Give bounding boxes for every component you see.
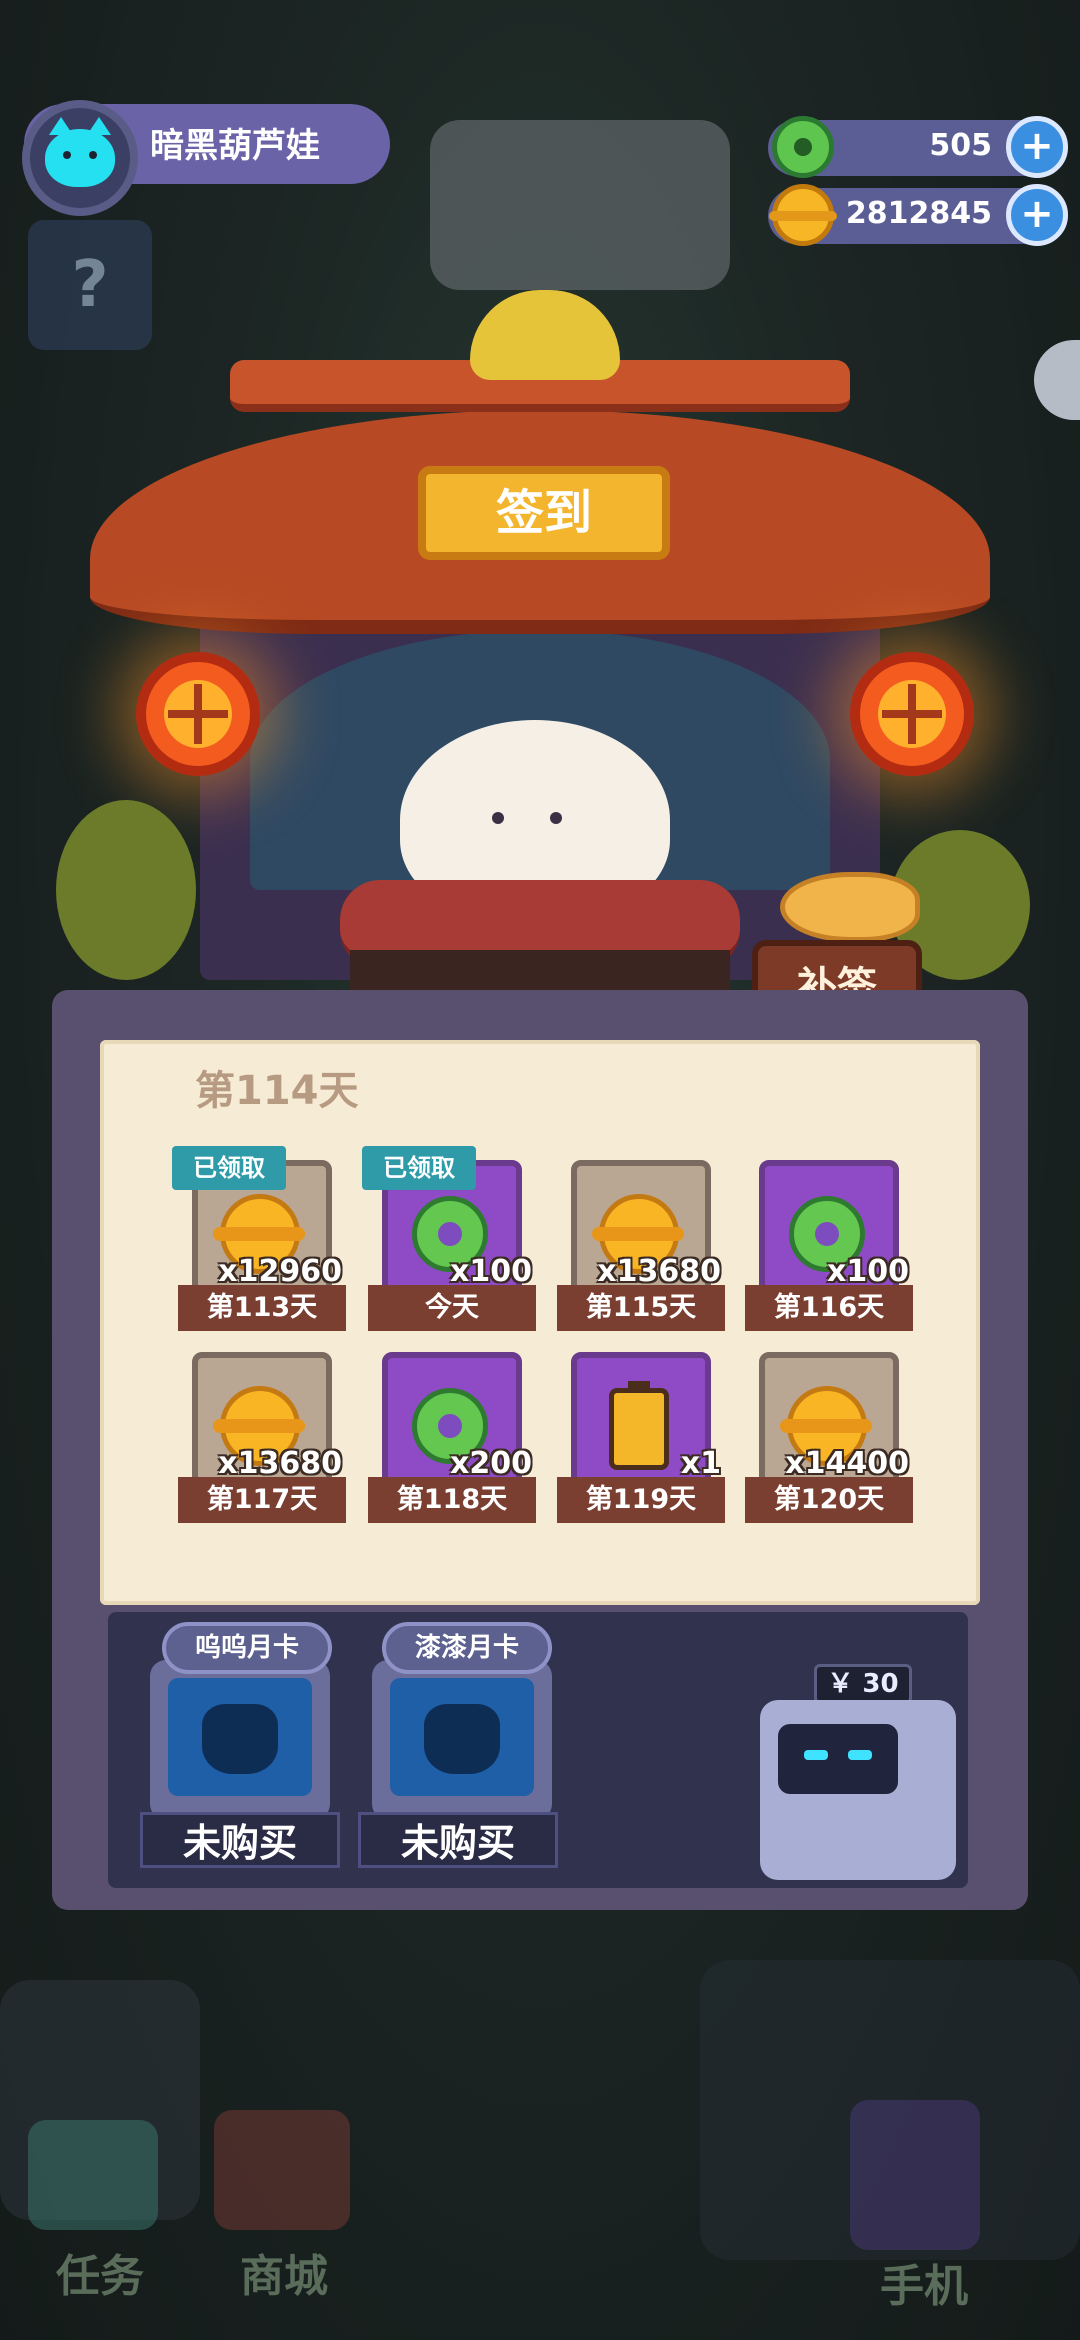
robot-face-icon <box>778 1724 898 1794</box>
shop-icon <box>214 2110 350 2230</box>
reward-card[interactable]: x13680 第117天 <box>178 1352 346 1524</box>
cat-face-icon <box>45 117 115 187</box>
monthly-card-1[interactable] <box>150 1660 330 1820</box>
gold-coin-icon <box>769 184 837 246</box>
monthly-card-1-status[interactable]: 未购买 <box>140 1812 340 1868</box>
help-icon[interactable]: ? <box>28 220 152 350</box>
reward-quantity: x200 <box>450 1446 532 1481</box>
reward-quantity: x1 <box>680 1446 721 1481</box>
reward-day-label: 第116天 <box>745 1285 913 1331</box>
reward-card[interactable]: x12960 第113天 已领取 <box>172 1146 346 1332</box>
current-day-title: 第114天 <box>195 1068 359 1114</box>
nav-tasks[interactable]: 任务 <box>56 2240 144 2304</box>
monthly-card-2-name: 漆漆月卡 <box>382 1622 552 1674</box>
monthly-card-2-status[interactable]: 未购买 <box>358 1812 558 1868</box>
lantern-right-icon <box>850 652 974 776</box>
claimed-badge: 已领取 <box>362 1146 476 1190</box>
reward-quantity: x100 <box>827 1254 909 1289</box>
avatar[interactable] <box>22 100 138 216</box>
reward-card[interactable]: x100 第116天 <box>745 1160 913 1332</box>
gold-amount: 2812845 <box>845 196 992 231</box>
cat-silhouette-icon <box>390 1678 534 1796</box>
reward-card[interactable]: x14400 第120天 <box>745 1352 913 1524</box>
reward-day-label: 今天 <box>368 1285 536 1331</box>
reward-day-label: 第117天 <box>178 1477 346 1523</box>
task-book-icon <box>28 2120 158 2230</box>
reward-card[interactable]: x100 今天 已领取 <box>362 1146 536 1332</box>
jade-amount: 505 <box>929 128 992 163</box>
energy-battery-icon <box>609 1381 669 1470</box>
phone-icon <box>850 2100 980 2250</box>
sign-in-sign: 签到 <box>418 466 670 560</box>
add-jade-button[interactable]: + <box>1006 116 1068 178</box>
reward-day-label: 第119天 <box>557 1477 725 1523</box>
monthly-card-2[interactable] <box>372 1660 552 1820</box>
add-gold-button[interactable]: + <box>1006 184 1068 246</box>
reward-quantity: x13680 <box>597 1254 721 1289</box>
flower-bush <box>56 800 196 980</box>
reward-card[interactable]: x1 第119天 <box>557 1352 725 1524</box>
reward-card[interactable]: x200 第118天 <box>368 1352 536 1524</box>
nav-phone[interactable]: 手机 <box>880 2250 968 2314</box>
cat-silhouette-icon <box>168 1678 312 1796</box>
jade-coin-icon <box>772 116 834 178</box>
reward-quantity: x12960 <box>218 1254 342 1289</box>
reward-card[interactable]: x13680 第115天 <box>557 1160 725 1332</box>
claimed-badge: 已领取 <box>172 1146 286 1190</box>
reward-quantity: x100 <box>450 1254 532 1289</box>
taiyaki-icon <box>780 872 920 942</box>
reward-day-label: 第115天 <box>557 1285 725 1331</box>
reward-day-label: 第113天 <box>178 1285 346 1331</box>
vending-price: ￥ 30 <box>814 1664 912 1704</box>
player-name: 暗黑葫芦娃 <box>150 126 320 166</box>
lantern-left-icon <box>136 652 260 776</box>
vending-robot[interactable] <box>760 1700 956 1880</box>
monthly-card-1-name: 呜呜月卡 <box>162 1622 332 1674</box>
reward-day-label: 第120天 <box>745 1477 913 1523</box>
nav-shop[interactable]: 商城 <box>240 2240 328 2304</box>
reward-day-label: 第118天 <box>368 1477 536 1523</box>
reward-quantity: x14400 <box>785 1446 909 1481</box>
reward-quantity: x13680 <box>218 1446 342 1481</box>
